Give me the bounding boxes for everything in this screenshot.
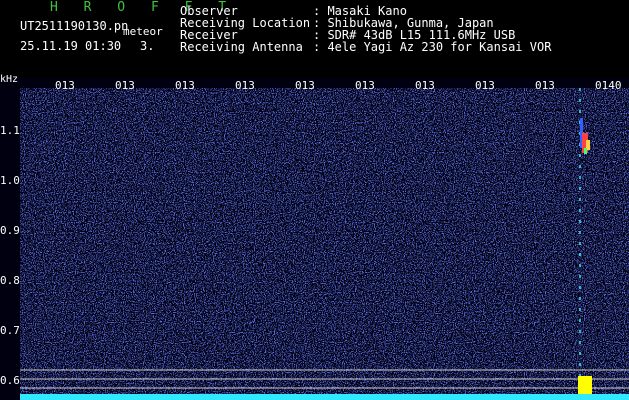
x-tick-label: 013 — [115, 79, 135, 92]
event-count: 3. — [140, 39, 155, 53]
x-tick-label: 013 — [295, 79, 315, 92]
x-tick-label: 013 — [55, 79, 75, 92]
x-tick-label: 013 — [175, 79, 195, 92]
x-tick-label: 013 — [415, 79, 435, 92]
y-tick-label: 0.6 — [0, 374, 20, 387]
file-name: UT2511190130.pn — [20, 19, 129, 33]
info-value-antenna: : 4ele Yagi Az 230 for Kansai VOR — [313, 40, 552, 54]
x-tick-label: 0140 — [595, 79, 622, 92]
spectrogram-plot: 013 013 013 013 013 013 013 013 013 0140 1.1 1.0 0.… — [0, 78, 629, 400]
x-tick-label: 013 — [235, 79, 255, 92]
datetime: 25.11.19 01:30 — [20, 39, 122, 53]
y-tick-label: 1.1 — [0, 124, 20, 137]
y-tick-label: 0.8 — [0, 274, 20, 287]
spectrogram-noise — [20, 88, 629, 398]
y-axis-unit: kHz — [0, 74, 19, 85]
y-tick-label: 1.0 — [0, 174, 20, 187]
y-tick-label: 0.9 — [0, 224, 20, 237]
y-tick-label: 0.7 — [0, 324, 20, 337]
info-label-antenna: Receiving Antenna — [180, 40, 303, 54]
file-tag: meteor — [123, 25, 163, 38]
x-tick-label: 013 — [475, 79, 495, 92]
x-tick-label: 013 — [535, 79, 555, 92]
baseline-trace — [20, 394, 629, 400]
baseline-spike — [578, 376, 592, 394]
x-tick-label: 013 — [355, 79, 375, 92]
